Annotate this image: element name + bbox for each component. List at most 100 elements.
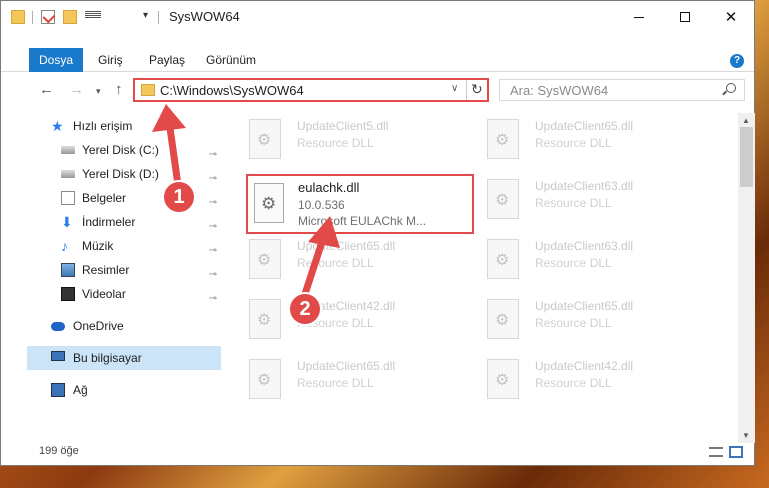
file-description: Resource DLL	[297, 256, 374, 270]
toolbar-divider	[32, 11, 33, 24]
documents-icon	[61, 191, 75, 205]
sidebar-item-network[interactable]: Ağ	[27, 378, 221, 402]
sidebar-item-label: Müzik	[82, 239, 114, 253]
dll-file-icon	[249, 359, 281, 399]
chevron-down-icon[interactable]: ∨	[451, 83, 458, 94]
pin-icon[interactable]: ⊸	[209, 287, 217, 311]
computer-icon	[51, 351, 65, 361]
file-tile[interactable]: UpdateClient65.dll Resource DLL	[487, 117, 707, 163]
up-button[interactable]: ↑	[115, 81, 123, 98]
recent-locations-dropdown[interactable]: ▾	[96, 86, 101, 97]
file-name: UpdateClient65.dll	[535, 299, 634, 313]
file-description: Resource DLL	[297, 136, 374, 150]
file-tile[interactable]: UpdateClient5.dll Resource DLL	[249, 117, 469, 163]
search-placeholder: Ara: SysWOW64	[510, 83, 609, 98]
sidebar-item-label: Videolar	[82, 287, 126, 301]
tab-view[interactable]: Görünüm	[206, 48, 256, 72]
highlighted-file-tile[interactable]: eulachk.dll 10.0.536 Microsoft EULAChk M…	[246, 174, 474, 234]
refresh-icon[interactable]: ↻	[471, 81, 483, 98]
maximize-button[interactable]	[662, 1, 708, 33]
window-title: SysWOW64	[169, 9, 240, 24]
sidebar-item-pictures[interactable]: Resimler ⊸	[27, 258, 221, 282]
file-description: Resource DLL	[535, 196, 612, 210]
scroll-down-icon[interactable]: ▼	[742, 431, 750, 440]
tab-home[interactable]: Giriş	[98, 48, 123, 72]
sidebar-item-onedrive[interactable]: OneDrive	[27, 314, 221, 338]
sidebar-item-quick-access[interactable]: ★ Hızlı erişim	[27, 114, 221, 138]
title-divider	[158, 11, 159, 24]
close-button[interactable]: ✕	[708, 1, 754, 33]
file-name: eulachk.dll	[298, 180, 360, 195]
file-description: Resource DLL	[535, 376, 612, 390]
minimize-icon	[634, 16, 644, 18]
minimize-button[interactable]	[616, 1, 662, 33]
dll-file-icon	[249, 119, 281, 159]
item-count: 199 öğe	[39, 445, 79, 457]
details-view-icon[interactable]	[709, 447, 723, 457]
dll-file-icon	[249, 299, 281, 339]
file-tile[interactable]: UpdateClient65.dll Resource DLL	[487, 297, 707, 343]
file-description: Resource DLL	[297, 376, 374, 390]
back-button[interactable]: ←	[39, 81, 54, 98]
dll-file-icon	[487, 299, 519, 339]
sidebar-item-label: OneDrive	[73, 319, 124, 333]
dll-file-icon	[249, 239, 281, 279]
file-tile[interactable]: UpdateClient65.dll Resource DLL	[249, 357, 469, 403]
file-name: UpdateClient63.dll	[535, 179, 634, 193]
help-icon[interactable]: ?	[730, 54, 744, 68]
sidebar-item-local-disk-d[interactable]: Yerel Disk (D:) ⊸	[27, 162, 221, 186]
file-name: UpdateClient5.dll	[297, 119, 389, 133]
dll-file-icon	[487, 359, 519, 399]
tab-share[interactable]: Paylaş	[149, 48, 185, 72]
vertical-scrollbar[interactable]: ▲ ▼	[738, 113, 755, 443]
address-bar[interactable]: C:\Windows\SysWOW64 ∨ ↻	[133, 78, 489, 102]
file-description: Resource DLL	[535, 136, 612, 150]
properties-icon[interactable]	[41, 10, 55, 24]
file-tile[interactable]: UpdateClient63.dll Resource DLL	[487, 237, 707, 283]
folder-icon	[11, 10, 25, 24]
file-name: UpdateClient42.dll	[535, 359, 634, 373]
sidebar-item-label: Belgeler	[82, 191, 127, 205]
network-icon	[51, 383, 65, 397]
scroll-up-icon[interactable]: ▲	[742, 116, 750, 125]
file-tile[interactable]: UpdateClient42.dll Resource DLL	[249, 297, 469, 343]
sidebar-item-local-disk-c[interactable]: Yerel Disk (C:) ⊸	[27, 138, 221, 162]
new-folder-icon[interactable]	[63, 10, 77, 24]
downloads-icon: ⬇	[61, 214, 73, 230]
sidebar-item-downloads[interactable]: ⬇ İndirmeler ⊸	[27, 210, 221, 234]
folder-icon	[141, 84, 155, 96]
file-version: 10.0.536	[298, 198, 345, 212]
file-description: Microsoft EULAChk M...	[298, 214, 427, 228]
sidebar-item-this-pc[interactable]: Bu bilgisayar	[27, 346, 221, 370]
navigation-pane: ★ Hızlı erişim Yerel Disk (C:) ⊸ Yerel D…	[27, 114, 221, 402]
file-tile[interactable]: UpdateClient63.dll Resource DLL	[487, 177, 707, 223]
maximize-icon	[680, 12, 690, 22]
forward-button[interactable]: →	[69, 81, 84, 98]
customize-toolbar-dropdown[interactable]: ▾	[143, 10, 148, 21]
large-icons-view-icon[interactable]	[729, 446, 743, 458]
close-icon: ✕	[724, 9, 738, 26]
sidebar-item-label: Ağ	[73, 383, 88, 397]
file-tile[interactable]: UpdateClient42.dll Resource DLL	[487, 357, 707, 403]
file-name: UpdateClient65.dll	[297, 359, 396, 373]
file-tile[interactable]: UpdateClient65.dll Resource DLL	[249, 237, 469, 283]
sidebar-item-label: Resimler	[82, 263, 130, 277]
search-input[interactable]: Ara: SysWOW64	[499, 79, 745, 101]
sidebar-item-label: Hızlı erişim	[73, 119, 133, 133]
view-options-icon[interactable]	[85, 10, 101, 24]
scroll-thumb[interactable]	[740, 127, 753, 187]
search-icon[interactable]	[726, 83, 736, 93]
star-icon: ★	[51, 118, 64, 134]
sidebar-item-videos[interactable]: Videolar ⊸	[27, 282, 221, 306]
sidebar-item-music[interactable]: ♪ Müzik ⊸	[27, 234, 221, 258]
tab-file[interactable]: Dosya	[29, 48, 83, 72]
pictures-icon	[61, 263, 75, 277]
file-name: UpdateClient65.dll	[535, 119, 634, 133]
sidebar-item-label: Yerel Disk (D:)	[82, 167, 159, 181]
address-path[interactable]: C:\Windows\SysWOW64	[160, 83, 304, 98]
address-divider	[466, 80, 467, 100]
sidebar-item-label: İndirmeler	[82, 215, 136, 229]
file-description: Resource DLL	[535, 256, 612, 270]
